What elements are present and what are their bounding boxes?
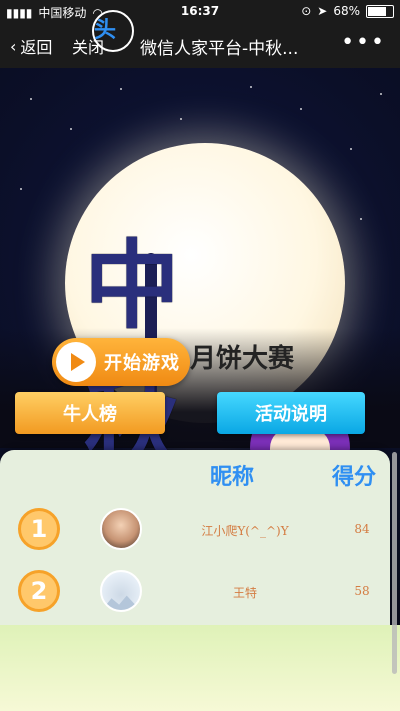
rank-badge: 1 xyxy=(18,508,60,550)
more-button[interactable]: ••• xyxy=(341,30,386,55)
back-button[interactable]: ‹ 返回 xyxy=(10,34,52,58)
rules-button[interactable]: 活动说明 xyxy=(217,392,365,434)
player-name: 江小爬Y(^_^)Y xyxy=(201,524,289,538)
title-subtitle: 月饼大赛 xyxy=(190,344,295,374)
location-icon: ➤ xyxy=(317,4,328,18)
orientation-lock-icon: ⊙ xyxy=(301,4,312,18)
status-right: ⊙ ➤ 68% xyxy=(301,4,394,18)
chevron-left-icon: ‹ xyxy=(10,36,17,56)
scrollbar[interactable] xyxy=(392,452,397,674)
player-name: 王特 xyxy=(232,586,257,600)
column-header-score: 得分 xyxy=(332,465,377,490)
back-label: 返回 xyxy=(20,38,53,57)
battery-icon xyxy=(366,4,394,18)
column-header-avatar: 头像 xyxy=(92,10,134,52)
avatar xyxy=(100,508,142,550)
status-bar: ▮▮▮▮ 中国移动 ◠ 16:37 ⊙ ➤ 68% xyxy=(0,0,400,22)
leaderboard-row: 1 江小爬Y(^_^)Y 84 xyxy=(0,498,390,558)
start-game-label: 开始游戏 xyxy=(104,353,180,374)
battery-percent: 68% xyxy=(333,4,360,18)
avatar xyxy=(100,570,142,612)
column-header-nickname: 昵称 xyxy=(210,465,255,490)
player-score: 84 xyxy=(354,522,370,536)
start-game-button[interactable]: 开始游戏 xyxy=(52,338,190,386)
play-icon xyxy=(56,342,96,382)
player-score: 58 xyxy=(354,584,370,598)
page-title: 微信人家平台-中秋... xyxy=(140,39,299,59)
rank-badge: 2 xyxy=(18,570,60,612)
leaderboard-row: 2 王特 58 xyxy=(0,560,390,620)
leaderboard-button[interactable]: 牛人榜 xyxy=(15,392,165,434)
panel-footer xyxy=(0,625,400,711)
title-zhongqiu: 中秋 xyxy=(84,229,180,481)
wechat-navbar: ‹ 返回 关闭 微信人家平台-中秋... ••• xyxy=(0,22,400,68)
